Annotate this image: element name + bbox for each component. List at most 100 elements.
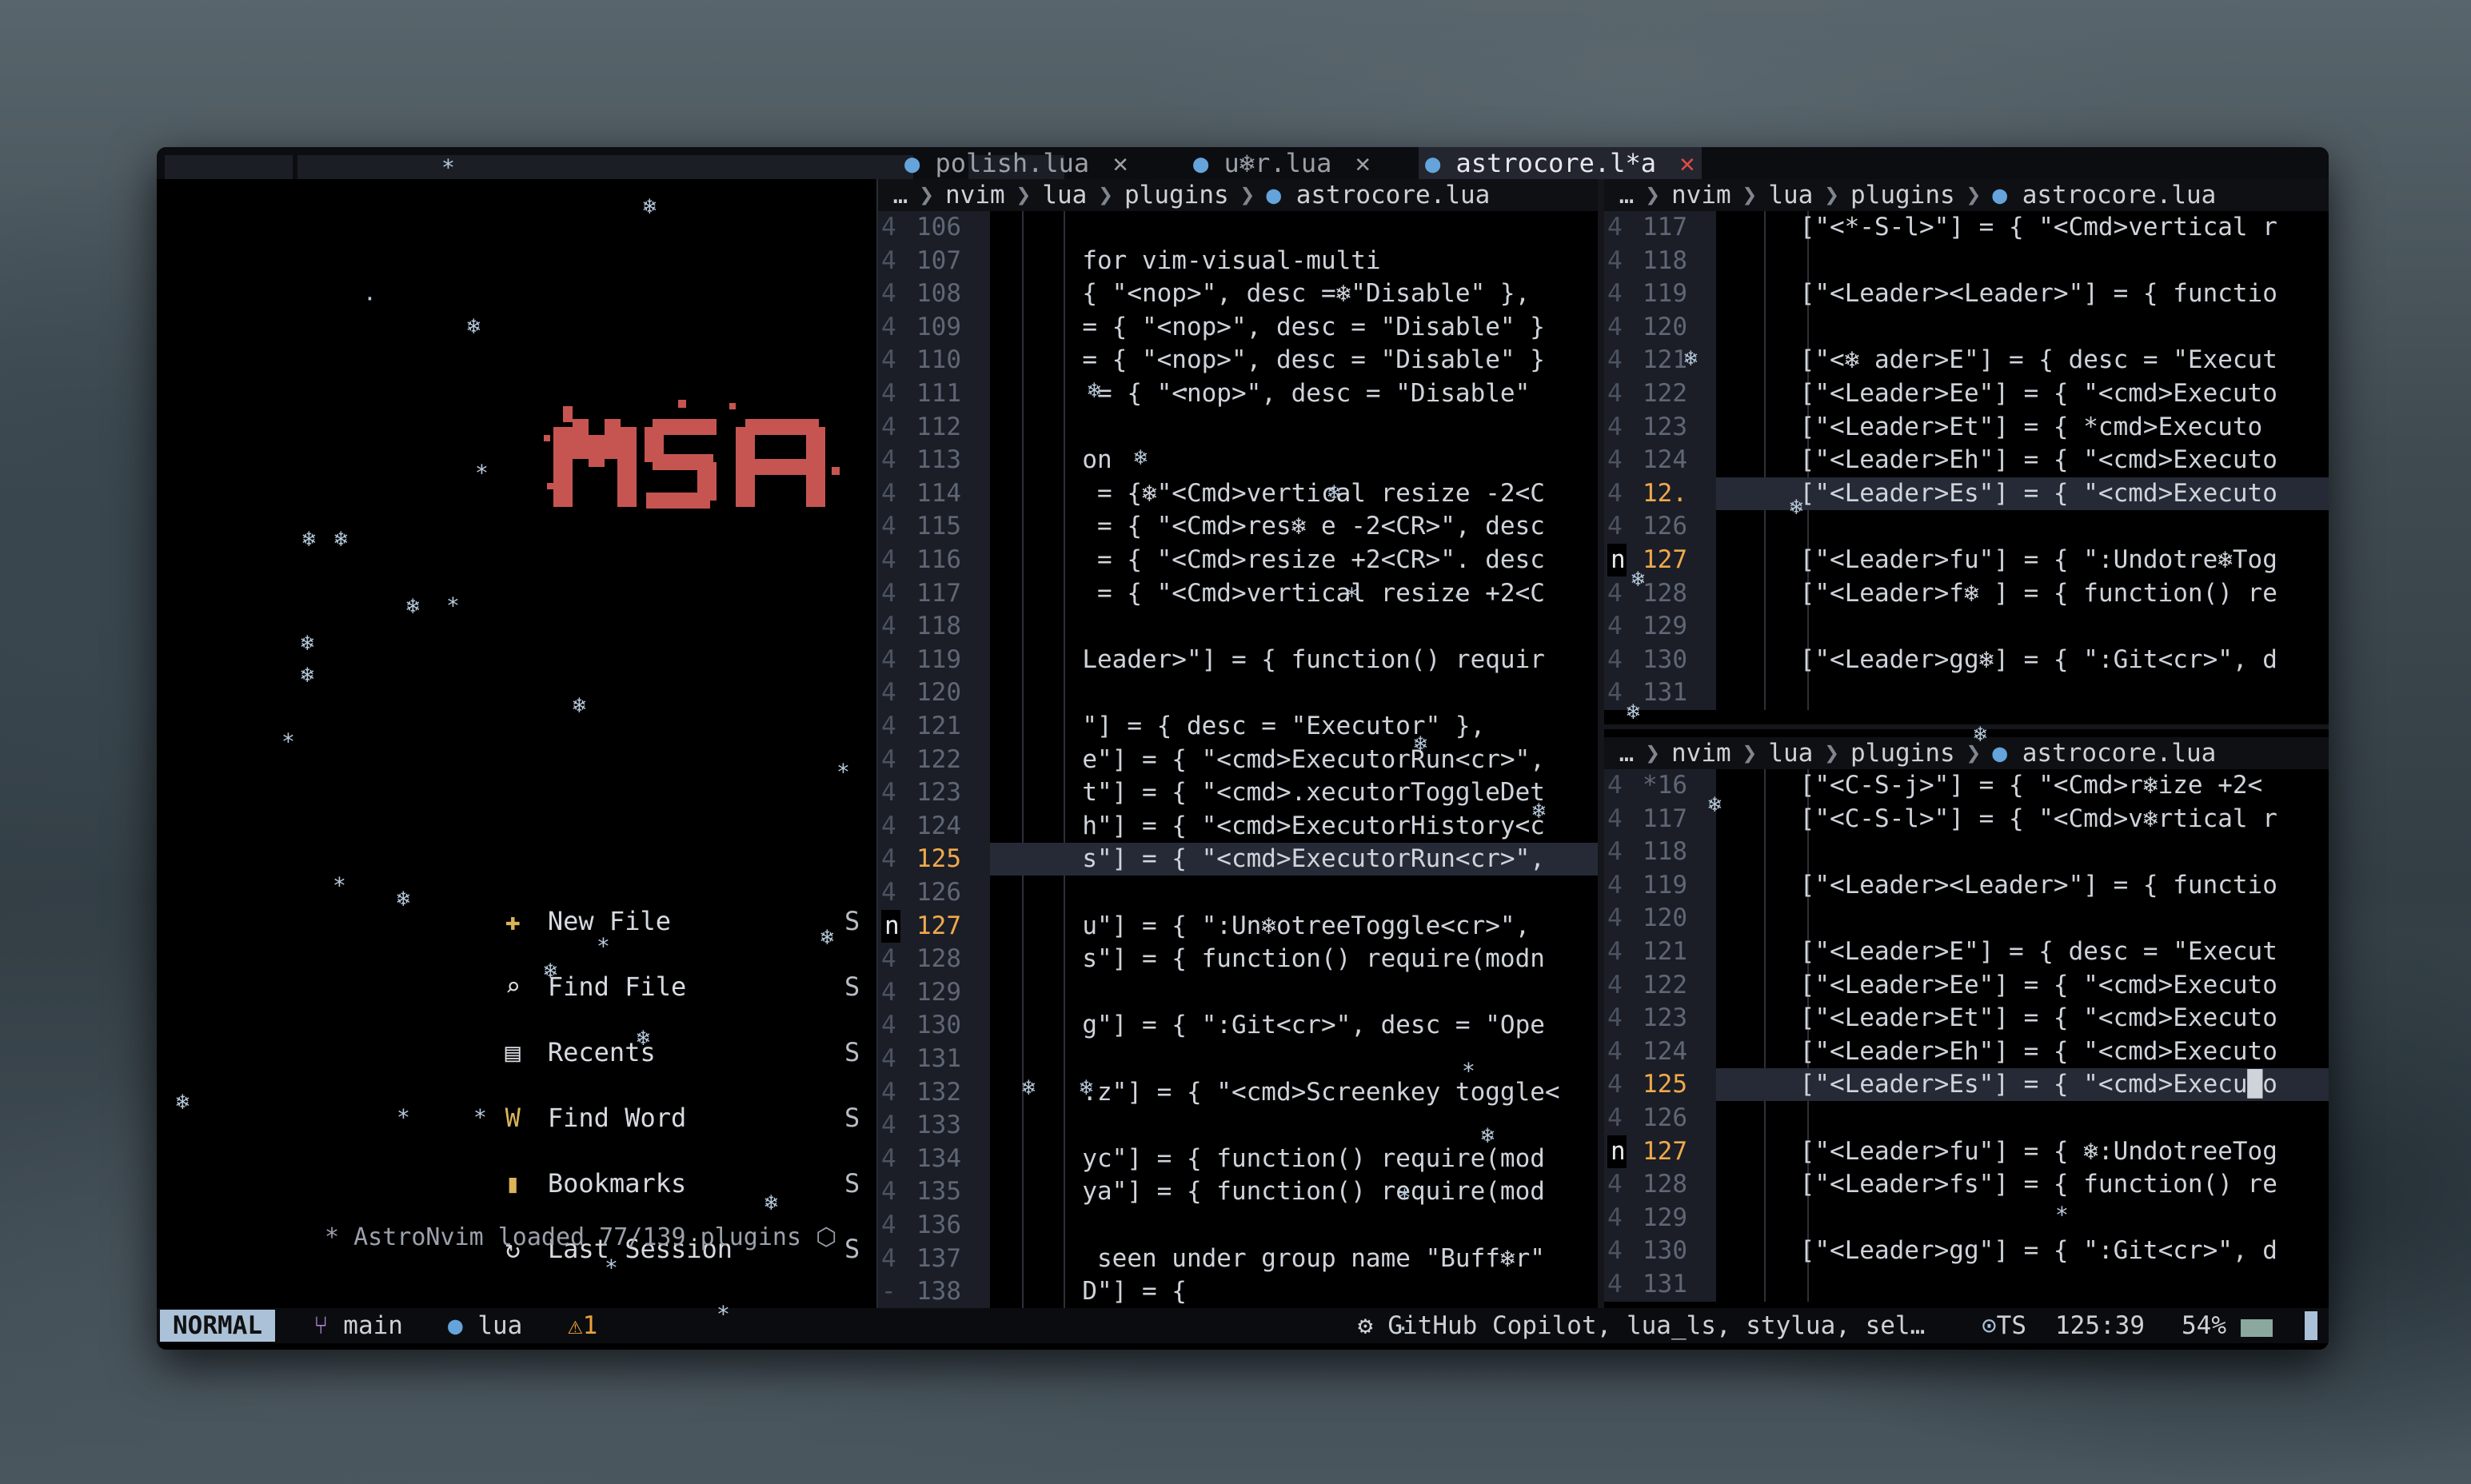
code-line[interactable]: 4 136 xyxy=(878,1209,1598,1242)
code-line[interactable]: 4 109 = { "<nop>", desc = "Disable" } xyxy=(878,311,1598,344)
code-line[interactable]: 4 110 = { "<nop>", desc = "Disable" } xyxy=(878,344,1598,377)
code-line[interactable]: 4 121 ["<❄ ader>E"] = { desc = "Execut xyxy=(1604,344,2329,377)
diagnostics[interactable]: ⚠1 xyxy=(568,1308,597,1343)
code-line[interactable]: 4 120 xyxy=(1604,311,2329,344)
code-line[interactable]: 4 124 ["<Leader>Eh"] = { "<cmd>Executo xyxy=(1604,1035,2329,1068)
code-line[interactable]: 4 118 xyxy=(1604,836,2329,868)
code-line[interactable]: 4 117 = { "<Cmd>vertical resize +2<C xyxy=(878,577,1598,610)
code-line[interactable]: 4 106 xyxy=(878,211,1598,244)
code-line[interactable]: 4 130 g"] = { ":Git<cr>", desc = "Ope xyxy=(878,1009,1598,1042)
code-line[interactable]: 4 123 t"] = { "<cmd>.xecutorToggleDet xyxy=(878,776,1598,809)
code-line[interactable]: 4 131 xyxy=(1604,676,2329,709)
sign-column: 4 xyxy=(881,612,896,641)
treesitter-status: ⊙TS xyxy=(1982,1311,2026,1340)
code-text: Leader>"] = { function() requir xyxy=(1052,644,1545,674)
dashboard: ✚ New File S ⌕ Find File S ▤ Recents S W Fi… xyxy=(157,179,876,1308)
close-icon[interactable]: ✕ xyxy=(1112,148,1128,178)
code-text: e"] = { "<cmd>ExecutorRun<cr>", xyxy=(1052,744,1545,774)
menu-item-new-file[interactable]: ✚ New File S xyxy=(413,868,860,936)
code-line[interactable]: 4 121 ["<Leader>E"] = { desc = "Execut xyxy=(1604,935,2329,968)
code-line[interactable]: 4 124 ["<Leader>Eh"] = { "<cmd>Executo xyxy=(1604,444,2329,477)
sign-column: 4 xyxy=(881,345,896,375)
code-line[interactable]: 4 123 ["<Leader>Et"] = { "<cmd>Executo xyxy=(1604,1002,2329,1035)
sign-column: 4 xyxy=(1607,1036,1623,1066)
code-line[interactable]: 4 118 xyxy=(878,610,1598,643)
code-line[interactable]: 4 129 xyxy=(1604,610,2329,643)
lsp-status[interactable]: ⚙ GitHub Copilot, lua_ls, stylua, sel… xyxy=(1358,1308,1925,1343)
code-line[interactable]: 4 132 .z"] = { "<cmd>Screenkey toggle< xyxy=(878,1076,1598,1109)
tab-astrocore[interactable]: ● astrocore.l*a ✕ xyxy=(1419,147,1702,179)
code-line[interactable]: 4 117 ["<*-S-l>"] = { "<Cmd>vertical r xyxy=(1604,211,2329,244)
line-number: 121 xyxy=(1643,937,1687,966)
code-line[interactable]: 4 115 = { "<Cmd>res❄ e -2<CR>", desc xyxy=(878,510,1598,543)
code-line[interactable]: 4 114 = {❄"<Cmd>vertical resize -2<C xyxy=(878,477,1598,510)
code-line[interactable]: 4 126 xyxy=(1604,1102,2329,1135)
code-line[interactable]: 4 131 xyxy=(878,1043,1598,1075)
sign-column: 4 xyxy=(881,678,896,708)
menu-item-recents[interactable]: ▤ Recents S xyxy=(413,999,860,1067)
line-number: 118 xyxy=(916,612,961,641)
code-line[interactable]: n 127 u"] = { ":Un❄otreeToggle<cr>", xyxy=(878,909,1598,943)
code-line[interactable]: 4 119 Leader>"] = { function() requir xyxy=(878,644,1598,676)
code-text: ["<Leader>gg❄] = { ":Git<cr>", d xyxy=(1740,644,2277,674)
code-line[interactable]: 4 119 ["<Leader><Leader>"] = { functio xyxy=(1604,277,2329,310)
code-line[interactable]: 4 122 ["<Leader>Ee"] = { "<cmd>Executo xyxy=(1604,377,2329,410)
line-number: 119 xyxy=(1643,870,1687,900)
code-line[interactable]: 4 112 xyxy=(878,411,1598,444)
code-line[interactable]: 4 131 xyxy=(1604,1268,2329,1301)
code-line[interactable]: -138 D"] = { xyxy=(878,1275,1598,1308)
code-line[interactable]: 4 108 { "<nop>", desc =❄"Disable" }, xyxy=(878,277,1598,310)
code-line[interactable]: 4 107 for vim-visual-multi xyxy=(878,245,1598,277)
line-number: 12. xyxy=(1643,478,1687,508)
code-line[interactable]: 4 121 "] = { desc = "Executor" }, xyxy=(878,710,1598,743)
code-text: ["<C-S-j>"] = { "<Cmd>r❄ize +2< xyxy=(1740,771,2263,800)
code-line[interactable]: 4 111 = { "<nop>", desc = "Disable" xyxy=(878,377,1598,410)
code-line[interactable]: n 127 ["<Leader>fu"] = { ":Undotre❄Tog xyxy=(1604,544,2329,576)
close-icon[interactable]: ✕ xyxy=(1355,148,1371,178)
sign-column: 4 xyxy=(881,478,896,508)
code-line[interactable]: 4 122 e"] = { "<cmd>ExecutorRun<cr>", xyxy=(878,744,1598,776)
tab-polish[interactable]: ● polish.lua ✕ xyxy=(904,147,1128,179)
code-line[interactable]: n 127 ["<Leader>fu"] = { ❄:UndotreeTog xyxy=(1604,1135,2329,1168)
code-line[interactable]: 4 120 xyxy=(878,676,1598,709)
code-line[interactable]: 4 118 xyxy=(1604,245,2329,277)
editor-right-top[interactable]: … ❯ nvim ❯ lua ❯ plugins ❯ ● astrocore.lua 4 117 … xyxy=(1604,179,2329,723)
code-line[interactable]: 4 130 ["<Leader>gg"] = { ":Git<cr>", d xyxy=(1604,1235,2329,1267)
code-line[interactable]: 4 122 ["<Leader>Ee"] = { "<cmd>Executo xyxy=(1604,969,2329,1002)
code-line[interactable]: 4 123 ["<Leader>Et"] = { *cmd>Executo xyxy=(1604,411,2329,444)
code-text: ya"] = { function() require(mod xyxy=(1052,1177,1545,1207)
code-line[interactable]: 4 129 xyxy=(878,976,1598,1009)
git-branch[interactable]: ⑂ main xyxy=(313,1308,403,1343)
code-line[interactable]: 4 128 ["<Leader>f❄ ] = { function() re xyxy=(1604,577,2329,610)
menu-item-find-word[interactable]: W Find Word S xyxy=(413,1065,860,1133)
line-number: 121 xyxy=(1643,345,1687,375)
code-line[interactable]: 4 129 xyxy=(1604,1202,2329,1235)
code-text: = { "<Cmd>res❄ e -2<CR>", desc xyxy=(1052,512,1545,541)
tab-user[interactable]: ● u❄r.lua ✕ xyxy=(1193,147,1371,179)
snowflake-icon: ❄ xyxy=(1974,720,1987,747)
sign-column: 4 xyxy=(881,1111,896,1140)
code-line[interactable]: 4 126 xyxy=(1604,510,2329,543)
code-line[interactable]: 4 116 = { "<Cmd>resize +2<CR>". desc xyxy=(878,544,1598,576)
code-line[interactable]: 4 126 xyxy=(878,876,1598,909)
code-line[interactable]: 4 125 ["<Leader>Es"] = { "<cmd>Execu█o xyxy=(1604,1068,2329,1102)
lua-icon: ● xyxy=(1193,148,1209,178)
code-line[interactable]: 4 113 on xyxy=(878,444,1598,477)
code-line[interactable]: 4 128 s"] = { function() require(modn xyxy=(878,943,1598,975)
sign-column: 4 xyxy=(1607,1103,1623,1132)
menu-item-bookmarks[interactable]: ▮ Bookmarks S xyxy=(413,1131,860,1199)
code-line[interactable]: 4 12. ["<Leader>Es"] = { "<cmd>Executo xyxy=(1604,477,2329,510)
code-line[interactable]: 4 120 xyxy=(1604,902,2329,935)
code-line[interactable]: 4 125 s"] = { "<cmd>ExecutorRun<cr>", xyxy=(878,843,1598,876)
code-line[interactable]: 4 137 seen under group name "Buff❄r" xyxy=(878,1243,1598,1275)
sign-column: 4 xyxy=(1607,1170,1623,1199)
code-line[interactable]: 4 135 ya"] = { function() require(mod xyxy=(878,1175,1598,1208)
code-line[interactable]: 4 119 ["<Leader><Leader>"] = { functio xyxy=(1604,869,2329,902)
snowflake-icon: * xyxy=(605,1255,618,1281)
editor-right-bottom[interactable]: … ❯ nvim ❯ lua ❯ plugins ❯ ● astrocore.lua 4 *16 … xyxy=(1604,737,2329,1308)
code-text: s"] = { function() require(modn xyxy=(1052,944,1545,974)
code-line[interactable]: 4 128 ["<Leader>fs"] = { function() re xyxy=(1604,1168,2329,1201)
close-icon[interactable]: ✕ xyxy=(1679,148,1695,178)
code-line[interactable]: 4 124 h"] = { "<cmd>ExecutorHistory<c xyxy=(878,810,1598,843)
code-line[interactable]: 4 130 ["<Leader>gg❄] = { ":Git<cr>", d xyxy=(1604,644,2329,676)
